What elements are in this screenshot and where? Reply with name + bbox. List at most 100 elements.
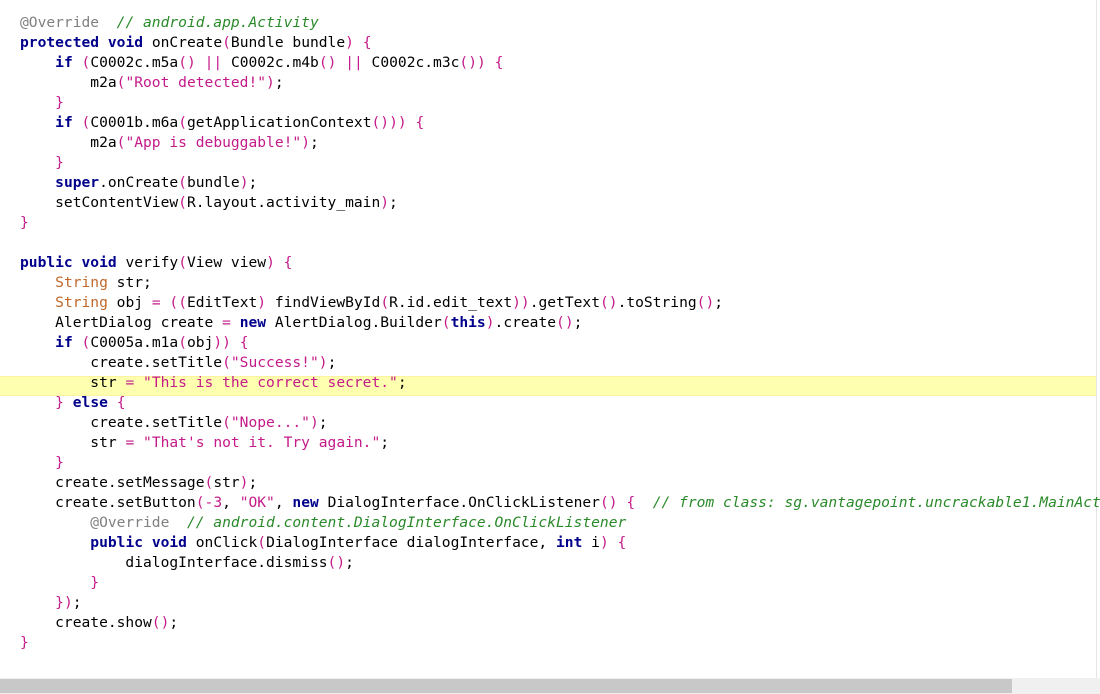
code-token: ) <box>266 74 275 91</box>
code-line: String str; <box>20 273 1100 293</box>
code-line: if (C0001b.m6a(getApplicationContext()))… <box>20 113 1100 133</box>
code-token: "Success!" <box>230 354 319 371</box>
code-token: ; <box>169 614 179 631</box>
code-line: } <box>20 153 1100 173</box>
code-token: "That's not it. Try again." <box>143 434 381 451</box>
code-line: create.setMessage(str); <box>20 473 1100 493</box>
code-token: ; <box>309 134 319 151</box>
code-token: obj <box>187 334 214 351</box>
code-token: ; <box>248 174 258 191</box>
code-token: setContentView <box>20 194 179 211</box>
code-token: @Override <box>20 14 100 31</box>
code-token: -3 <box>204 494 223 511</box>
code-token: C0001b.m6a <box>90 114 179 131</box>
code-token: ) <box>266 254 275 271</box>
code-token: m2a <box>20 74 117 91</box>
code-token: DialogInterface dialogInterface, <box>266 534 557 551</box>
code-token: )) <box>213 334 231 351</box>
code-token: .getText <box>529 294 600 311</box>
code-token: ) <box>380 194 390 211</box>
code-token: ( <box>81 114 91 131</box>
code-token: ( <box>222 34 231 51</box>
code-token: // from class: sg.vantagepoint.uncrackab… <box>652 494 1100 511</box>
code-token: { <box>494 54 504 71</box>
code-line: @Override // android.content.DialogInter… <box>20 513 1100 533</box>
code-token: create.setTitle <box>20 414 223 431</box>
code-line: str = "That's not it. Try again."; <box>20 433 1100 453</box>
code-token: () <box>600 294 618 311</box>
code-line: AlertDialog create = new AlertDialog.Bui… <box>20 313 1100 333</box>
code-editor[interactable]: @Override // android.app.Activity protect… <box>0 0 1100 678</box>
code-token: "App is debuggable!" <box>125 134 302 151</box>
code-token: dialogInterface.dismiss <box>20 554 328 571</box>
code-token: = <box>125 374 135 391</box>
code-token: ( <box>178 114 187 131</box>
code-token: ) <box>599 534 609 551</box>
code-token: AlertDialog create <box>20 314 223 331</box>
code-token: ; <box>318 414 328 431</box>
code-token: "Nope..." <box>230 414 310 431</box>
code-token: ( <box>257 534 267 551</box>
code-token: ( <box>380 294 390 311</box>
code-token: ( <box>222 354 231 371</box>
code-line: m2a("App is debuggable!"); <box>20 133 1100 153</box>
code-token: } <box>90 574 100 591</box>
code-token: ) <box>257 294 267 311</box>
code-line: m2a("Root detected!"); <box>20 73 1100 93</box>
code-token: EditText <box>186 294 258 311</box>
code-token: View view <box>186 254 267 271</box>
code-token: { <box>626 494 636 511</box>
code-token: this <box>450 314 486 331</box>
code-line: public void verify(View view) { <box>20 253 1100 273</box>
code-token: create.setMessage <box>20 474 205 491</box>
code-token: .toString <box>617 294 697 311</box>
code-token: || <box>345 54 363 71</box>
code-token: } <box>55 94 64 111</box>
code-line: str = "This is the correct secret."; <box>20 373 1100 393</box>
code-token: { <box>283 254 293 271</box>
code-token: { <box>116 394 126 411</box>
code-token: str; <box>107 274 152 291</box>
code-line: if (C0002c.m5a() || C0002c.m4b() || C000… <box>20 53 1100 73</box>
code-token: ( <box>178 174 187 191</box>
code-token: { <box>415 114 425 131</box>
code-token: "Root detected!" <box>125 74 267 91</box>
code-token: R.layout.activity_main <box>186 194 381 211</box>
horizontal-scrollbar-thumb[interactable] <box>0 679 1012 693</box>
code-token: ; <box>380 434 390 451</box>
code-token: ) <box>345 34 354 51</box>
code-token: ) <box>485 314 495 331</box>
code-token: ( <box>178 254 187 271</box>
code-line: create.show(); <box>20 613 1100 633</box>
code-token: ; <box>389 194 398 211</box>
code-line: String obj = ((EditText) findViewById(R.… <box>20 293 1100 313</box>
code-token: ())) <box>371 114 407 131</box>
code-token: AlertDialog.Builder <box>266 314 442 331</box>
code-token: if <box>55 334 73 351</box>
code-token: { <box>362 34 372 51</box>
code-token: m2a <box>20 134 117 151</box>
code-view[interactable]: @Override // android.app.Activity protect… <box>20 13 1100 653</box>
code-token: ( <box>441 314 451 331</box>
code-token: str <box>20 374 126 391</box>
code-token: void <box>107 34 144 51</box>
code-token: bundle <box>186 174 240 191</box>
code-token: void <box>151 534 187 551</box>
code-token: ( <box>195 494 205 511</box>
